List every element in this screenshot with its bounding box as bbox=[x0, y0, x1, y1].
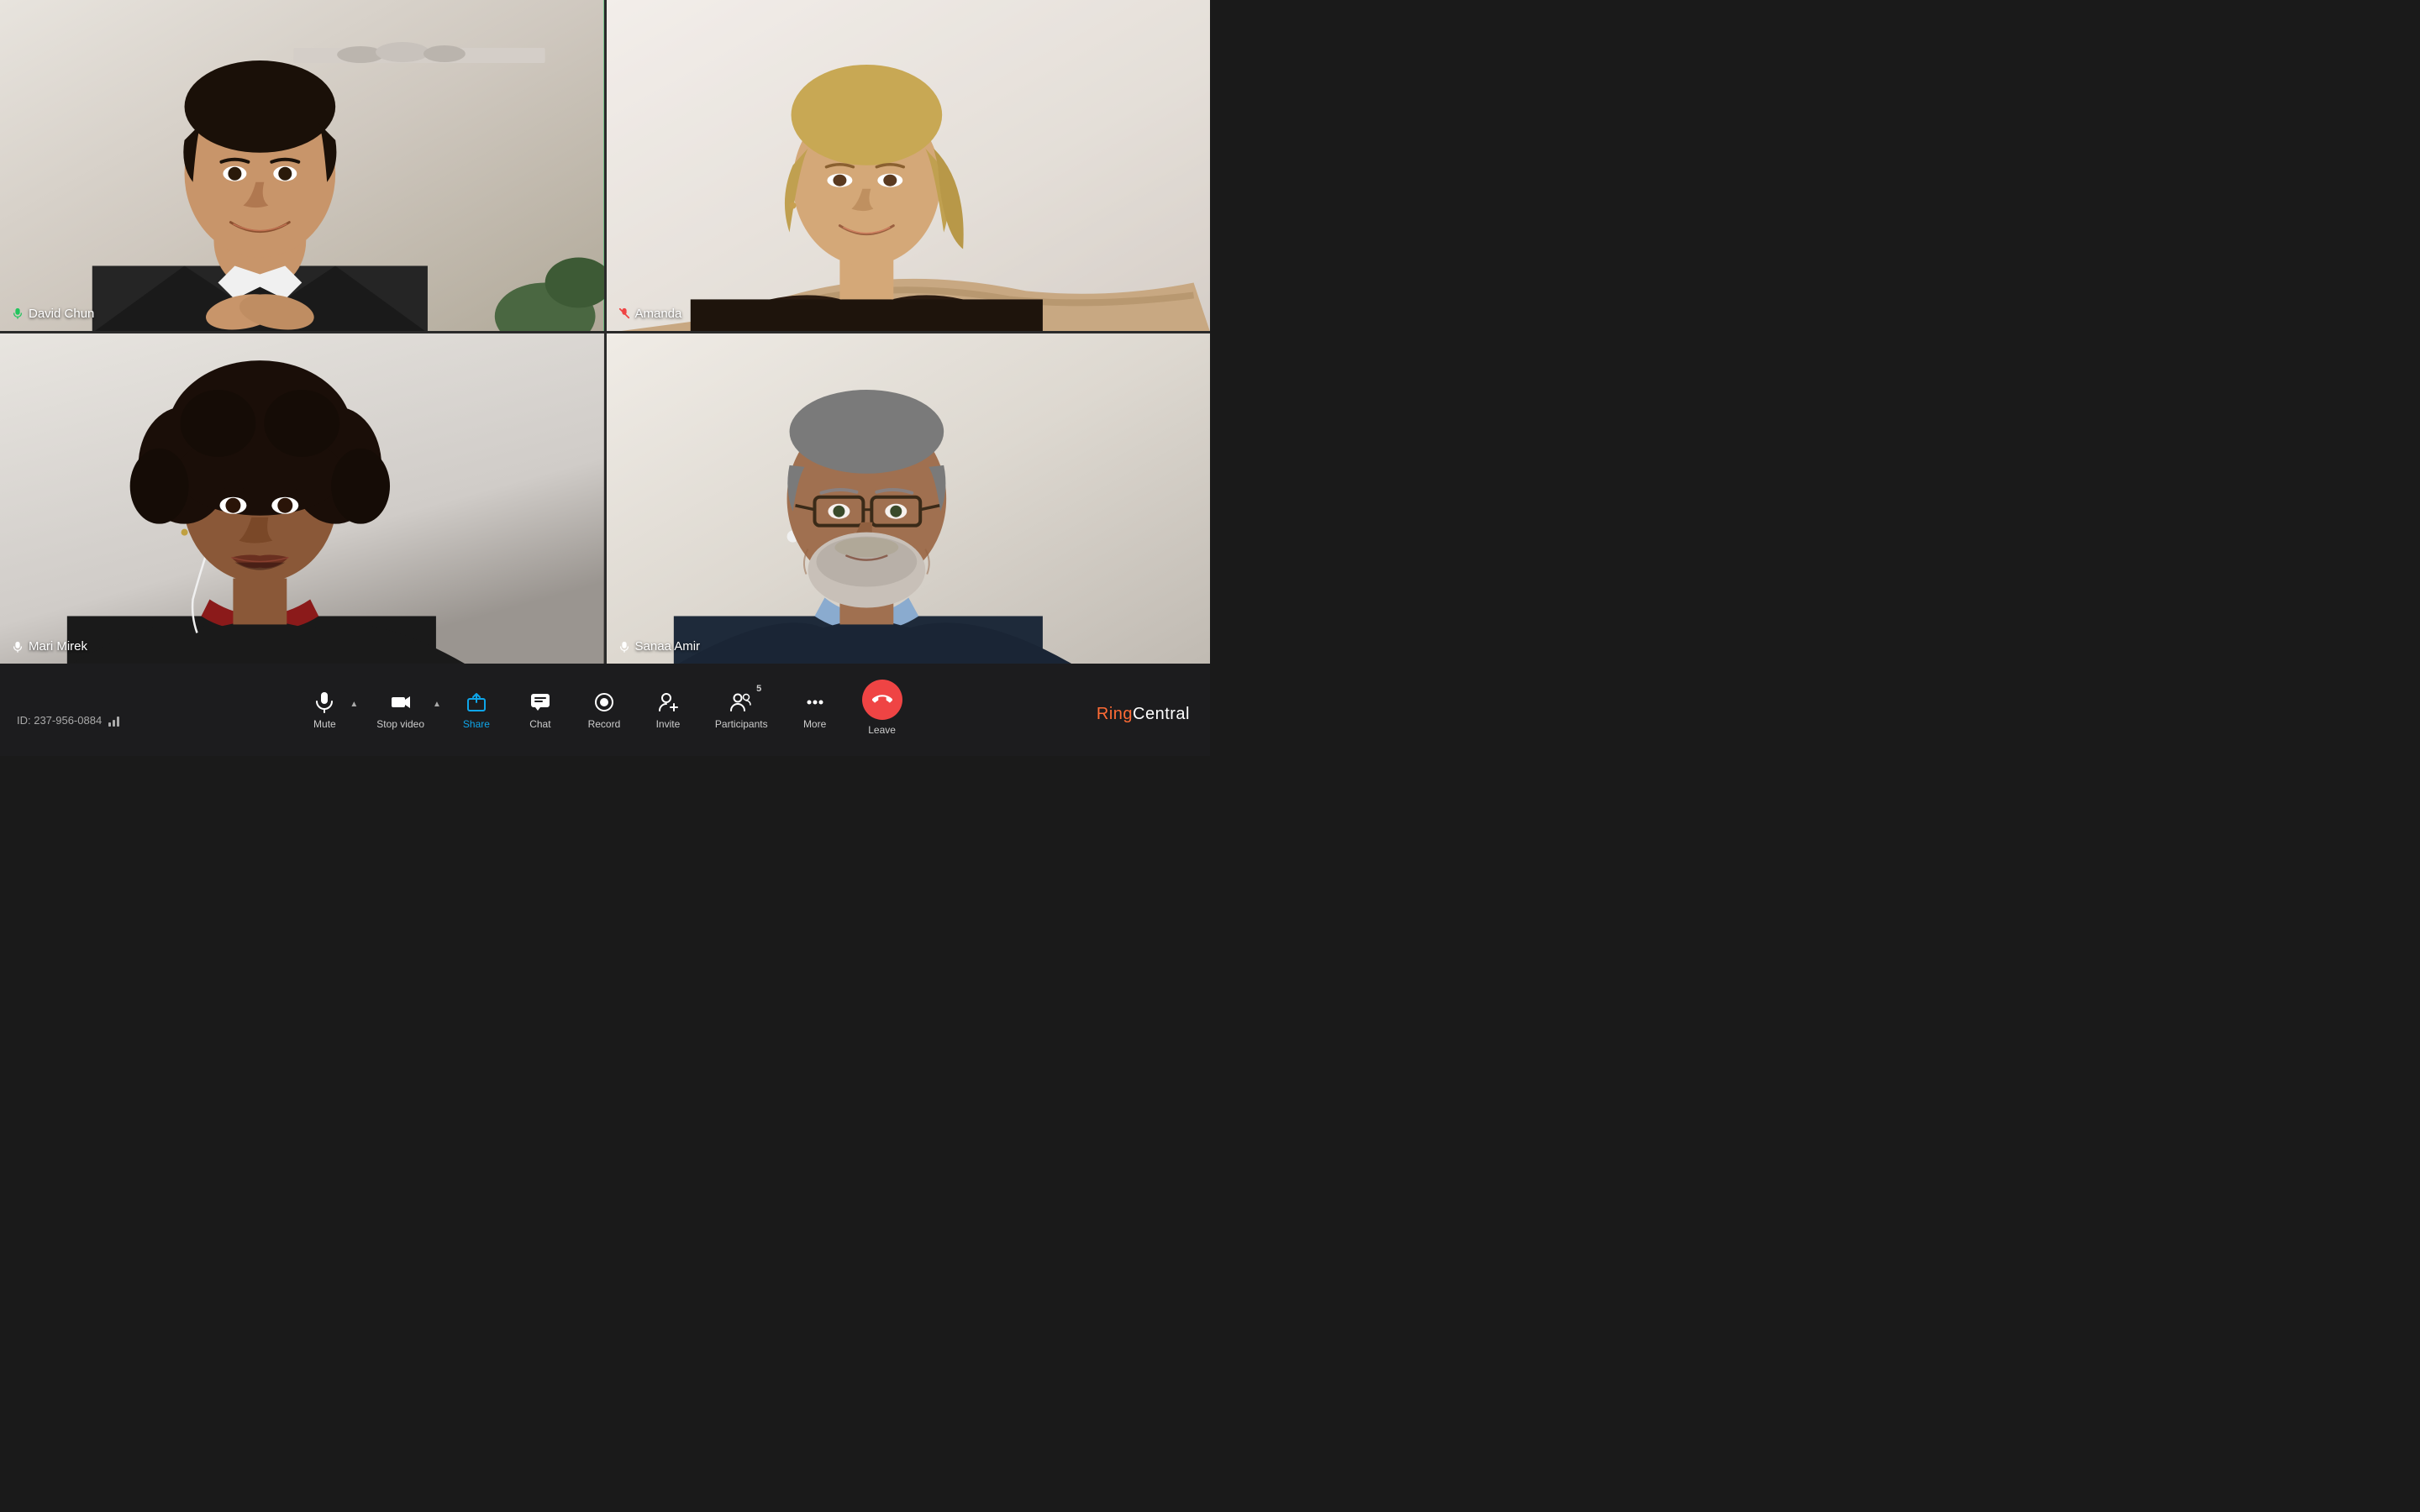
chat-icon bbox=[529, 690, 552, 714]
camera-icon bbox=[389, 690, 413, 714]
meeting-id: ID: 237-956-0884 bbox=[17, 714, 119, 727]
name-label-david: David Chun bbox=[12, 307, 94, 321]
record-icon bbox=[592, 690, 616, 714]
video-tile-sanaa: Sanaa Amir bbox=[607, 333, 1211, 664]
share-icon bbox=[465, 690, 488, 714]
video-tile-david: David Chun bbox=[0, 0, 604, 331]
signal-bar-2 bbox=[113, 720, 115, 727]
invite-button[interactable]: Invite bbox=[638, 682, 698, 738]
participants-count: 5 bbox=[756, 684, 761, 694]
brand-logo: RingCentral bbox=[1097, 705, 1190, 724]
leave-button[interactable] bbox=[862, 680, 902, 720]
participants-icon: 5 bbox=[729, 690, 753, 714]
video-chevron-button[interactable]: ▲ bbox=[431, 700, 443, 709]
name-label-sanaa: Sanaa Amir bbox=[618, 639, 701, 654]
mute-icon bbox=[313, 690, 336, 714]
mute-chevron-button[interactable]: ▲ bbox=[348, 700, 360, 709]
signal-bars bbox=[108, 715, 119, 727]
brand-central: Central bbox=[1133, 705, 1190, 723]
leave-wrap[interactable]: Leave bbox=[849, 675, 916, 744]
participants-button[interactable]: 5 Participants bbox=[702, 682, 781, 738]
name-label-amanda: Amanda bbox=[618, 307, 682, 321]
video-tile-mari: Mari Mirek bbox=[0, 333, 604, 664]
signal-bar-1 bbox=[108, 722, 111, 727]
video-grid: David Chun bbox=[0, 0, 1210, 664]
record-button[interactable]: Record bbox=[574, 682, 634, 738]
name-label-mari: Mari Mirek bbox=[12, 639, 87, 654]
phone-icon bbox=[872, 690, 892, 710]
stop-video-button[interactable]: Stop video bbox=[363, 682, 438, 738]
video-tile-amanda: Amanda bbox=[607, 0, 1211, 331]
invite-icon bbox=[656, 690, 680, 714]
signal-bar-3 bbox=[117, 717, 119, 727]
stop-video-group: Stop video ▲ bbox=[363, 682, 443, 738]
mute-group: Mute ▲ bbox=[294, 682, 360, 738]
share-button[interactable]: Share bbox=[446, 682, 507, 738]
more-button[interactable]: More bbox=[785, 682, 845, 738]
more-icon bbox=[803, 690, 827, 714]
toolbar: ID: 237-956-0884 Mute ▲ bbox=[0, 664, 1210, 756]
mute-button[interactable]: Mute bbox=[294, 682, 355, 738]
brand-ring: Ring bbox=[1097, 705, 1133, 723]
chat-button[interactable]: Chat bbox=[510, 682, 571, 738]
